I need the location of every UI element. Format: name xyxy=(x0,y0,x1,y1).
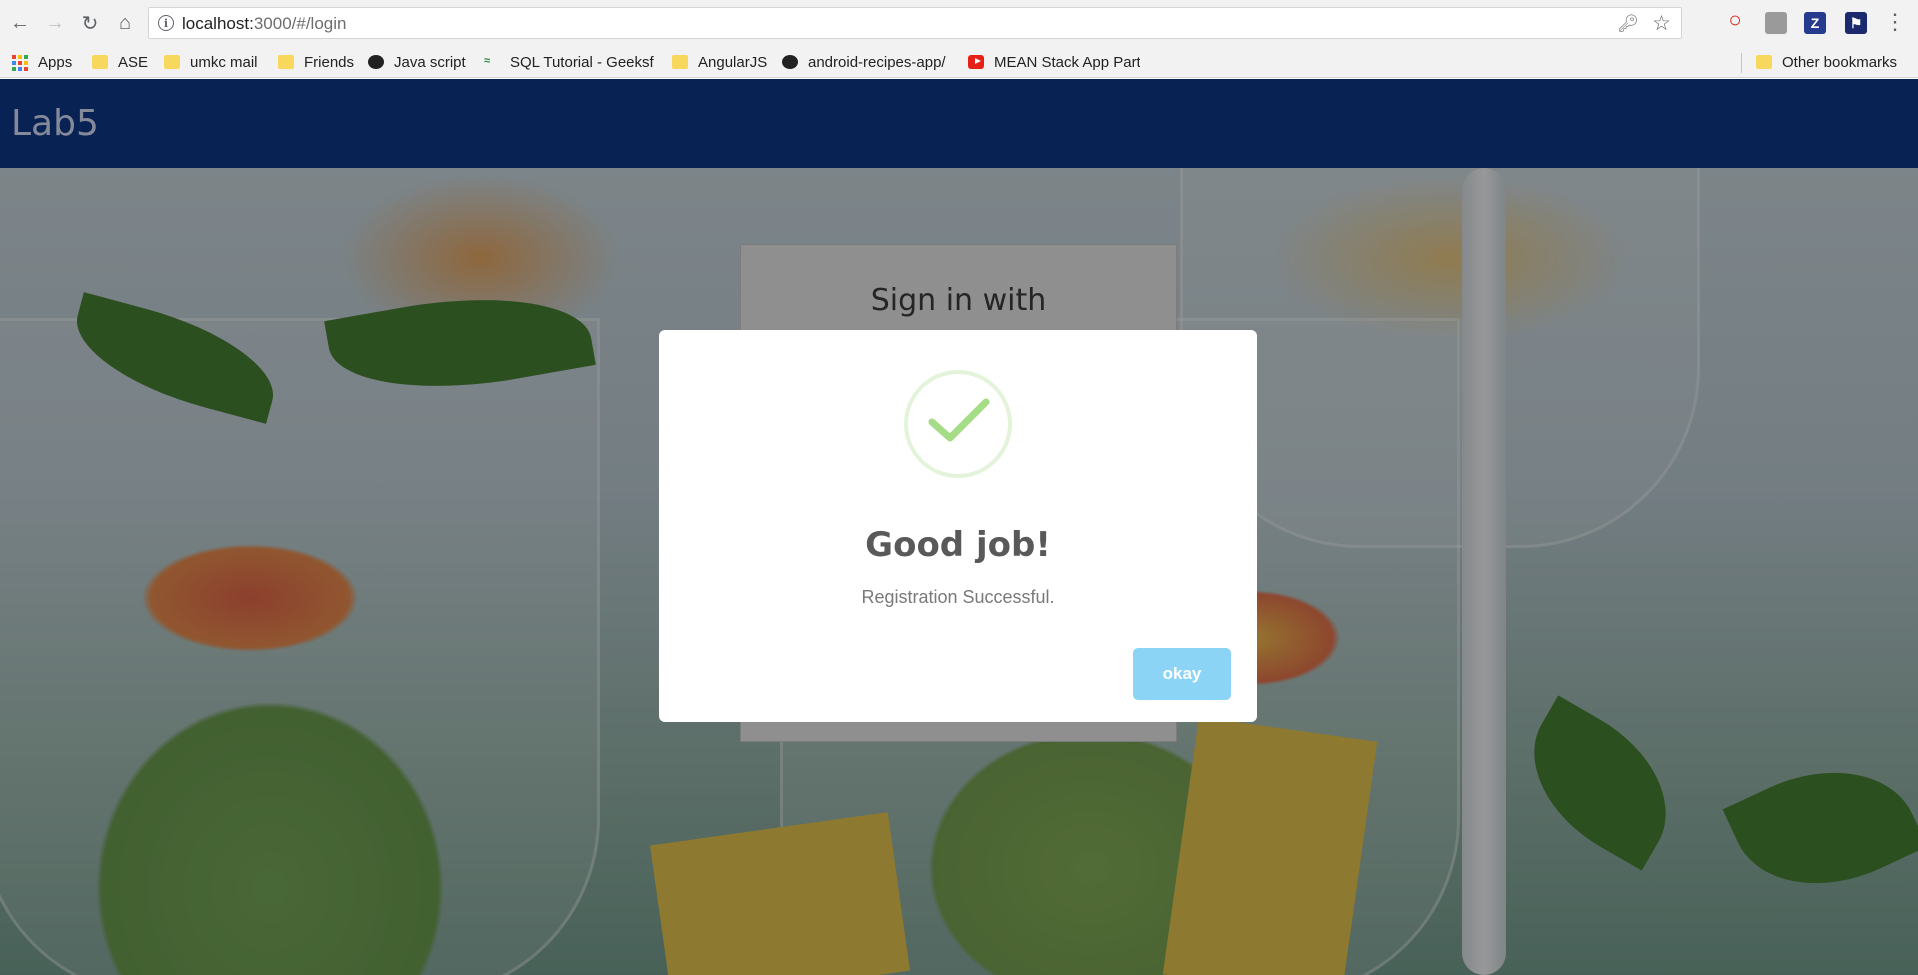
site-info-icon[interactable]: i xyxy=(158,15,174,31)
extension-gray-icon[interactable] xyxy=(1765,12,1787,34)
bookmark-label: umkc mail xyxy=(190,53,258,71)
geeksforgeeks-icon: ≈ xyxy=(484,55,491,67)
bookmarks-divider xyxy=(1741,53,1742,73)
dialog-title: Good job! xyxy=(865,525,1051,565)
folder-icon xyxy=(92,55,108,69)
bookmark-label: Apps xyxy=(38,53,73,71)
modal-backdrop-top xyxy=(0,79,1918,168)
back-arrow-icon[interactable]: ← xyxy=(7,10,33,36)
opera-extension-icon[interactable]: ○ xyxy=(1724,7,1746,32)
bookmark-star-icon[interactable]: ☆ xyxy=(1652,11,1671,36)
folder-icon xyxy=(1756,55,1772,69)
github-icon xyxy=(782,55,798,69)
key-icon[interactable]: 🔑︎ xyxy=(1617,14,1639,34)
reload-icon[interactable]: ↻ xyxy=(77,10,103,36)
bookmark-label: android-recipes-app/ xyxy=(808,53,946,71)
success-check-icon xyxy=(904,370,1012,478)
bookmark-friends[interactable]: Friends xyxy=(278,51,354,73)
bookmark-label: SQL Tutorial - Geeksf xyxy=(510,53,654,71)
apps-grid-icon xyxy=(12,55,28,71)
browser-menu-icon[interactable]: ⋮ xyxy=(1884,9,1906,35)
other-bookmarks[interactable]: Other bookmarks xyxy=(1756,51,1897,73)
z-extension-label: Z xyxy=(1810,15,1820,31)
bookmark-umkc-mail[interactable]: umkc mail xyxy=(164,51,258,73)
bookmark-apps[interactable]: Apps xyxy=(12,51,72,73)
url-text: localhost:3000/#/login xyxy=(182,14,347,33)
address-bar[interactable]: i localhost:3000/#/login 🔑︎ ☆ xyxy=(148,7,1682,39)
bookmark-label: Java script xyxy=(394,53,466,71)
bookmark-label: AngularJS xyxy=(698,53,768,71)
youtube-icon xyxy=(968,55,984,69)
bookmark-ase[interactable]: ASE xyxy=(92,51,148,73)
bookmark-angularjs[interactable]: AngularJS xyxy=(672,51,767,73)
forward-arrow-icon[interactable]: → xyxy=(42,10,68,36)
okay-button[interactable]: okay xyxy=(1133,648,1231,700)
browser-toolbar: ← → ↻ ⌂ i localhost:3000/#/login 🔑︎ ☆ ○ … xyxy=(0,0,1918,47)
z-extension-icon[interactable]: Z xyxy=(1804,12,1826,34)
folder-icon xyxy=(164,55,180,69)
github-icon xyxy=(368,55,384,69)
other-bookmarks-label: Other bookmarks xyxy=(1782,53,1898,71)
success-dialog: Good job! Registration Successful. okay xyxy=(659,330,1257,722)
folder-icon xyxy=(672,55,688,69)
bookmark-android-recipes[interactable]: android-recipes-app/ xyxy=(782,51,952,73)
bookmark-mean-stack[interactable]: MEAN Stack App Part xyxy=(968,51,1140,73)
bookmark-label: Friends xyxy=(304,53,355,71)
bookmarks-bar: Apps ASE umkc mail Friends Java script ≈… xyxy=(0,47,1918,78)
bookmark-label: ASE xyxy=(118,53,149,71)
flag-extension-icon[interactable]: ⚑ xyxy=(1845,12,1867,34)
folder-icon xyxy=(278,55,294,69)
home-icon[interactable]: ⌂ xyxy=(112,10,138,36)
bookmark-label: MEAN Stack App Part xyxy=(994,53,1140,71)
bookmark-sql-tutorial[interactable]: ≈ SQL Tutorial - Geeksf xyxy=(484,51,654,73)
dialog-message: Registration Successful. xyxy=(861,587,1055,607)
bookmark-java-script[interactable]: Java script xyxy=(368,51,466,73)
